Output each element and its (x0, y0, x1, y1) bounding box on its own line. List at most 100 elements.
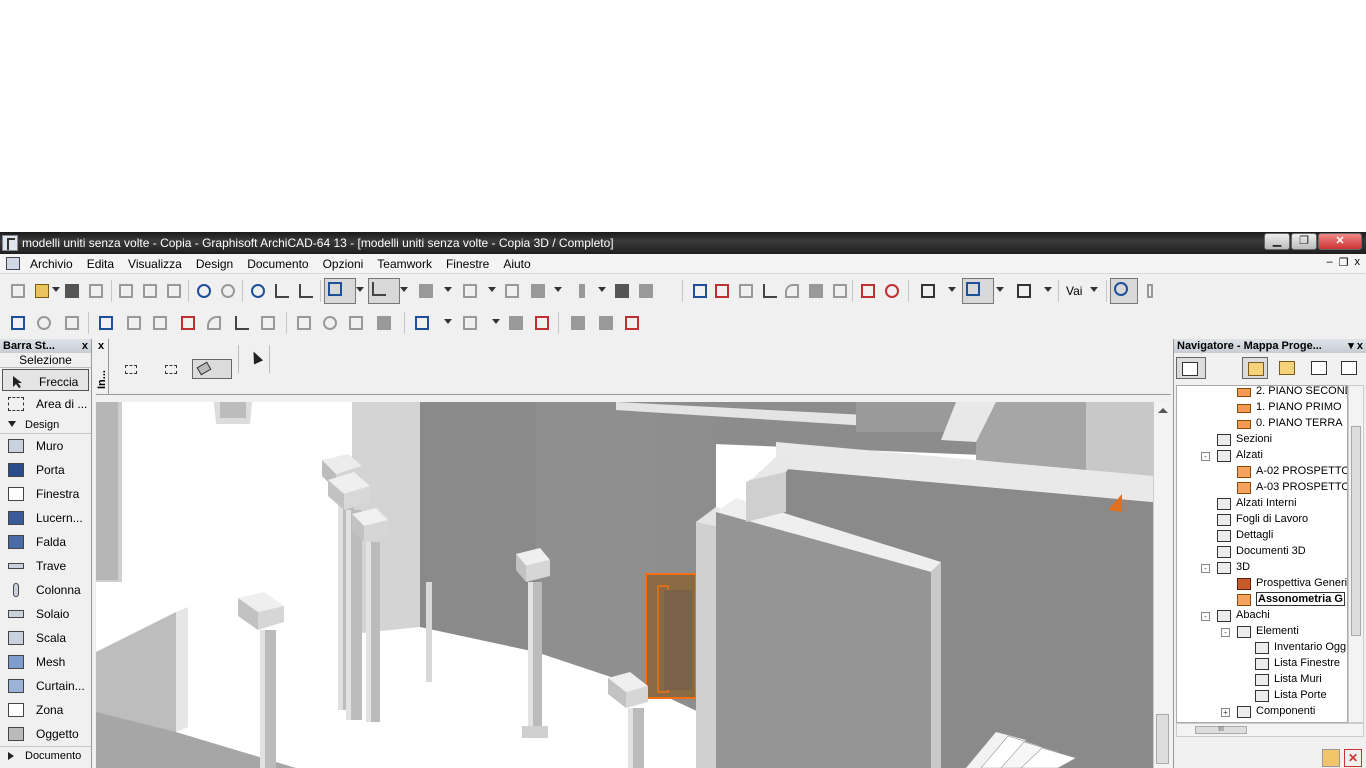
stretch-button[interactable] (460, 313, 480, 333)
new-file-button[interactable] (8, 281, 28, 301)
zoom-button[interactable] (34, 313, 54, 333)
floor-plan-button[interactable] (918, 281, 938, 301)
send-backward-button[interactable] (596, 313, 616, 333)
curve-button[interactable] (782, 281, 802, 301)
layout-book-button[interactable] (1306, 357, 1332, 379)
chevron-down-icon[interactable] (356, 287, 364, 292)
menu-finestre[interactable]: Finestre (446, 257, 489, 271)
minimize-button[interactable]: ▁ (1264, 233, 1290, 250)
chevron-down-icon[interactable] (1044, 287, 1052, 292)
chevron-down-icon[interactable] (598, 287, 606, 292)
menu-design[interactable]: Design (196, 257, 233, 271)
expand-toggle-icon[interactable]: + (1221, 708, 1230, 717)
tool-solaio[interactable]: Solaio (0, 602, 91, 626)
viewport-vertical-scrollbar[interactable] (1153, 402, 1171, 768)
open-file-button[interactable] (32, 281, 52, 301)
mark-up-button[interactable] (858, 281, 878, 301)
bring-forward-button[interactable] (568, 313, 588, 333)
menu-edita[interactable]: Edita (87, 257, 114, 271)
elevation-button[interactable] (572, 281, 592, 301)
explode-button[interactable] (532, 313, 552, 333)
project-map-button[interactable] (1242, 357, 1268, 379)
tool-curtain-wall[interactable]: Curtain... (0, 674, 91, 698)
scrollbar-thumb[interactable] (1156, 714, 1169, 764)
pen-button[interactable] (882, 281, 902, 301)
group-button[interactable] (124, 313, 144, 333)
mirror-button[interactable] (346, 313, 366, 333)
chevron-down-icon[interactable] (1090, 287, 1098, 292)
adjust-elements-button[interactable] (178, 313, 198, 333)
cut-button[interactable] (116, 281, 136, 301)
view-map-button[interactable] (1274, 357, 1300, 379)
chevron-down-icon[interactable] (52, 287, 60, 292)
copy-button[interactable] (140, 281, 160, 301)
navigator-controls[interactable]: ▾ x (1348, 339, 1363, 353)
gravity-button[interactable] (368, 278, 400, 304)
mdi-restore-button[interactable]: ❐ (1339, 256, 1349, 269)
navigator-options-button[interactable] (1176, 357, 1206, 379)
resize-button[interactable] (506, 313, 526, 333)
undo-button[interactable] (194, 281, 214, 301)
project-map-tree[interactable]: 2. PIANO SECONDO 1. PIANO PRIMO 0. PIANO T… (1176, 385, 1348, 723)
paste-button[interactable] (164, 281, 184, 301)
scroll-up-icon[interactable] (1158, 408, 1168, 413)
chevron-down-icon[interactable] (488, 287, 496, 292)
drag-button[interactable] (294, 313, 314, 333)
tool-trave[interactable]: Trave (0, 554, 91, 578)
pick-up-parameters-button[interactable] (272, 281, 292, 301)
redo-button[interactable] (218, 281, 238, 301)
delete-icon[interactable]: ✕ (1344, 749, 1362, 767)
rotate-button[interactable] (320, 313, 340, 333)
snap-guides-button[interactable] (324, 278, 356, 304)
menu-aiuto[interactable]: Aiuto (503, 257, 530, 271)
tool-falda[interactable]: Falda (0, 530, 91, 554)
grid-button[interactable] (460, 281, 480, 301)
fit-window-button[interactable] (62, 313, 82, 333)
ungroup-button[interactable] (150, 313, 170, 333)
connect-button[interactable] (96, 313, 116, 333)
selection-method-rotated-button[interactable] (192, 359, 232, 379)
extend-button[interactable] (806, 281, 826, 301)
menu-documento[interactable]: Documento (247, 257, 308, 271)
save-button[interactable] (62, 281, 82, 301)
layout-book-button[interactable] (1014, 281, 1034, 301)
collapse-toggle-icon[interactable]: - (1221, 628, 1230, 637)
menu-teamwork[interactable]: Teamwork (377, 257, 432, 271)
trace-button[interactable] (416, 281, 436, 301)
chevron-down-icon[interactable] (492, 319, 500, 324)
close-button[interactable]: ✕ (1318, 233, 1362, 250)
info-box-close-button[interactable]: x (98, 340, 104, 352)
hatch-button[interactable] (636, 281, 656, 301)
tool-porta[interactable]: Porta (0, 458, 91, 482)
intersect-button[interactable] (736, 281, 756, 301)
selection-method-polygon-button[interactable] (120, 361, 154, 379)
tool-colonna[interactable]: Colonna (0, 578, 91, 602)
find-select-button[interactable] (248, 281, 268, 301)
menu-archivio[interactable]: Archivio (30, 257, 73, 271)
arc-button[interactable] (204, 313, 224, 333)
design-group-toggle[interactable]: Design (0, 416, 91, 434)
navigator-horizontal-scrollbar[interactable]: III (1176, 723, 1364, 737)
mdi-minimize-button[interactable]: – (1327, 256, 1333, 269)
vai-label[interactable]: Vai (1066, 284, 1082, 298)
mdi-close-button[interactable]: x (1355, 256, 1361, 269)
tool-lucernario[interactable]: Lucern... (0, 506, 91, 530)
toolbox-close-button[interactable]: x (82, 339, 88, 353)
distribute-button[interactable] (528, 281, 548, 301)
trim-button[interactable] (258, 313, 278, 333)
document-window-icon[interactable] (6, 257, 20, 270)
layers-button[interactable] (612, 281, 632, 301)
chevron-down-icon[interactable] (444, 319, 452, 324)
elevate-button[interactable] (374, 313, 394, 333)
align-button[interactable] (502, 281, 522, 301)
archicad-app-icon[interactable] (2, 235, 18, 251)
chevron-down-icon[interactable] (996, 287, 1004, 292)
print-button[interactable] (86, 281, 106, 301)
chevron-down-icon[interactable] (554, 287, 562, 292)
toolbox-header[interactable]: Barra St... x (0, 339, 91, 353)
corner-button[interactable] (232, 313, 252, 333)
tool-mesh[interactable]: Mesh (0, 650, 91, 674)
tool-freccia[interactable]: Freccia (2, 369, 89, 391)
adjust-button[interactable] (712, 281, 732, 301)
selection-method-rect-button[interactable] (160, 361, 194, 379)
